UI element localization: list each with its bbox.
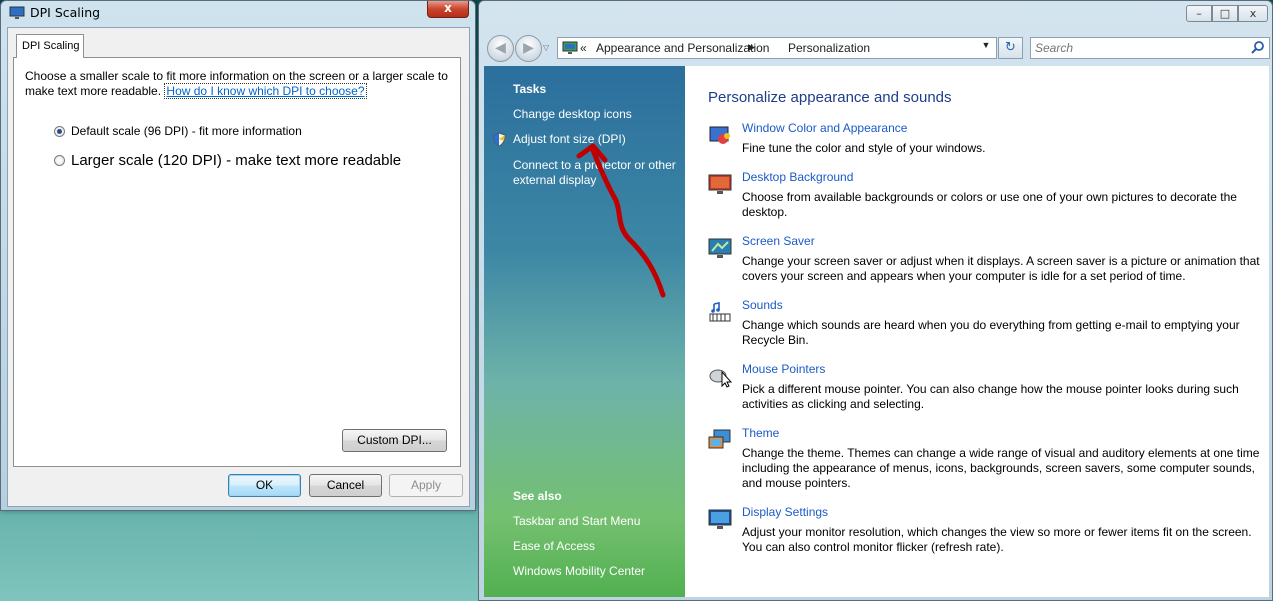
window-color-link[interactable]: Window Color and Appearance	[742, 121, 907, 135]
breadcrumb-separator-icon[interactable]: ▶	[748, 42, 755, 53]
maximize-button[interactable]: □	[1212, 5, 1238, 22]
display-settings-link[interactable]: Display Settings	[742, 505, 828, 519]
tab-dpi-scaling[interactable]: DPI Scaling	[16, 34, 84, 58]
recent-pages-dropdown[interactable]: ▽	[543, 43, 549, 52]
dpi-titlebar[interactable]: DPI Scaling x	[1, 1, 475, 25]
task-change-desktop-icons[interactable]: Change desktop icons	[513, 107, 683, 122]
theme-icon	[708, 429, 731, 449]
dpi-tab-panel	[13, 57, 461, 467]
see-also-taskbar[interactable]: Taskbar and Start Menu	[513, 514, 683, 529]
sounds-icon	[709, 302, 731, 322]
address-dropdown-icon[interactable]: ▼	[979, 40, 993, 50]
radio-larger-scale[interactable]: Larger scale (120 DPI) - make text more …	[54, 152, 401, 169]
uac-shield-icon	[492, 132, 506, 147]
theme-desc: Change the theme. Themes can change a wi…	[742, 446, 1260, 490]
search-input[interactable]	[1031, 38, 1231, 58]
window-color-desc: Fine tune the color and style of your wi…	[742, 141, 986, 155]
ok-button[interactable]: OK	[228, 474, 301, 497]
address-bar[interactable]: « Appearance and Personalization ▶ Perso…	[557, 37, 997, 59]
sounds-desc: Change which sounds are heard when you d…	[742, 318, 1240, 347]
mouse-pointers-link[interactable]: Mouse Pointers	[742, 362, 825, 376]
breadcrumb-personalization[interactable]: Personalization	[788, 41, 870, 55]
dpi-dialog-title: DPI Scaling	[30, 5, 101, 20]
mouse-pointer-icon	[709, 369, 732, 388]
screen-saver-icon	[708, 238, 732, 258]
tasks-heading: Tasks	[513, 82, 547, 96]
dpi-scaling-dialog: DPI Scaling x DPI Scaling Choose a small…	[0, 0, 476, 511]
mouse-pointers-desc: Pick a different mouse pointer. You can …	[742, 382, 1239, 411]
address-overflow-chevron[interactable]: «	[580, 41, 587, 55]
cancel-button[interactable]: Cancel	[309, 474, 382, 497]
see-also-ease-of-access[interactable]: Ease of Access	[513, 539, 683, 554]
search-box[interactable]	[1030, 37, 1270, 59]
apply-button[interactable]: Apply	[389, 474, 463, 497]
main-content: Personalize appearance and sounds Window…	[685, 66, 1269, 597]
search-icon[interactable]	[1250, 40, 1265, 55]
desktop-background-desc: Choose from available backgrounds or col…	[742, 190, 1237, 219]
window-color-icon	[709, 126, 730, 144]
custom-dpi-button[interactable]: Custom DPI...	[342, 429, 447, 452]
radio-default-scale[interactable]: Default scale (96 DPI) - fit more inform…	[54, 124, 302, 138]
dpi-client-area: DPI Scaling Choose a smaller scale to fi…	[7, 27, 470, 507]
display-settings-desc: Adjust your monitor resolution, which ch…	[742, 525, 1252, 554]
see-also-mobility-center[interactable]: Windows Mobility Center	[513, 564, 683, 579]
radio-larger-indicator[interactable]	[54, 155, 65, 166]
control-panel-icon	[562, 41, 578, 54]
sounds-link[interactable]: Sounds	[742, 298, 783, 312]
back-button[interactable]: ◀	[487, 35, 514, 62]
radio-larger-label: Larger scale (120 DPI) - make text more …	[71, 152, 402, 169]
radio-default-indicator[interactable]	[54, 125, 65, 137]
display-settings-icon	[708, 509, 732, 529]
see-also-heading: See also	[513, 489, 562, 503]
radio-default-label: Default scale (96 DPI) - fit more inform…	[71, 124, 302, 138]
dpi-help-link[interactable]: How do I know which DPI to choose?	[164, 83, 367, 99]
refresh-button[interactable]: ↻	[998, 37, 1023, 59]
dpi-description: Choose a smaller scale to fit more infor…	[25, 69, 455, 99]
screen-saver-desc: Change your screen saver or adjust when …	[742, 254, 1260, 283]
annotation-arrow-icon	[576, 143, 666, 298]
theme-link[interactable]: Theme	[742, 426, 779, 440]
forward-button[interactable]: ▶	[515, 35, 542, 62]
breadcrumb-appearance[interactable]: Appearance and Personalization	[596, 41, 769, 55]
control-panel-window: – □ x ◀ ▶ ▽ « Appearance and Personaliza…	[478, 0, 1273, 601]
screen-saver-link[interactable]: Screen Saver	[742, 234, 815, 248]
monitor-icon	[9, 6, 25, 19]
desktop-background-link[interactable]: Desktop Background	[742, 170, 853, 184]
desktop-background-icon	[708, 174, 732, 194]
minimize-button[interactable]: –	[1186, 5, 1212, 22]
close-button[interactable]: x	[1238, 5, 1268, 22]
dpi-close-button[interactable]: x	[427, 1, 469, 18]
page-title: Personalize appearance and sounds	[708, 89, 952, 106]
